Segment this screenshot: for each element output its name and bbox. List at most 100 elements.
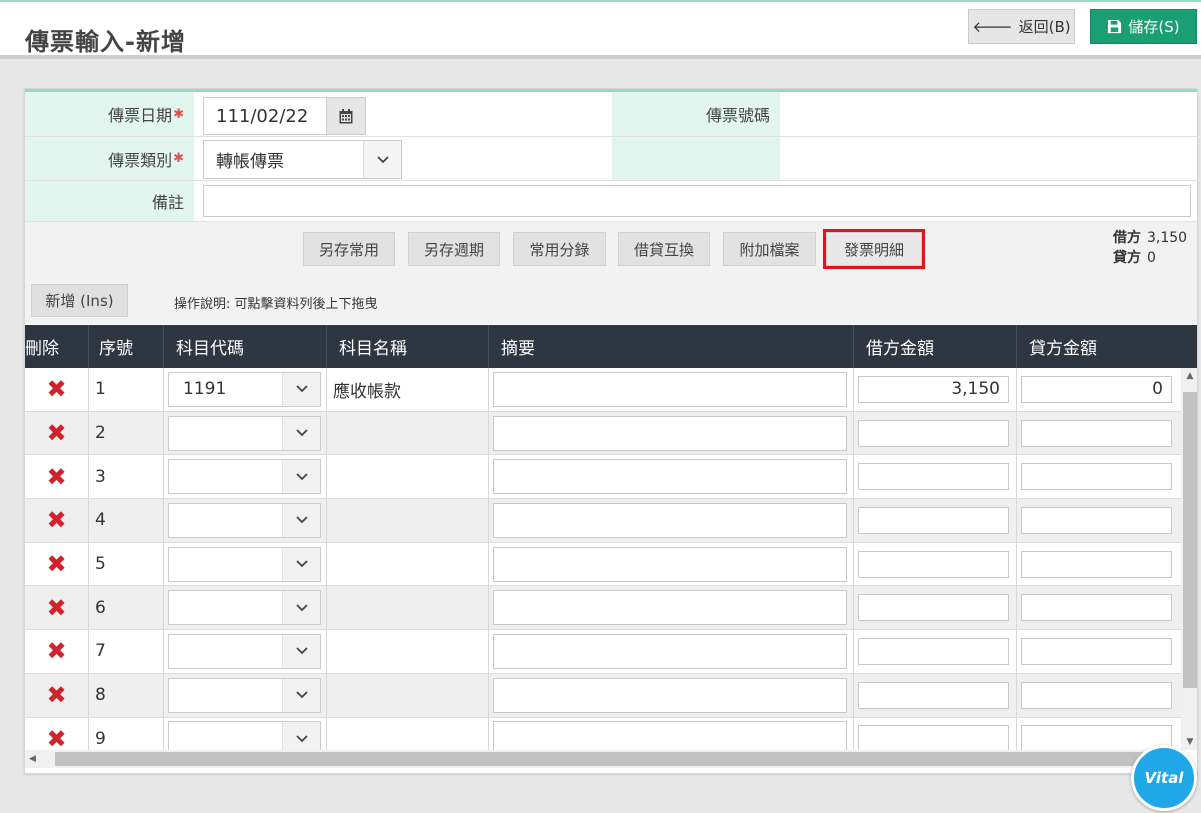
account-code-select[interactable]: 1191 <box>168 371 321 407</box>
voucher-panel: 傳票日期 ✱ 111/02/22 傳票號碼 傳票類別 ✱ 轉帳傳票 備註 另存常… <box>24 88 1198 774</box>
memo-input[interactable] <box>493 459 847 495</box>
credit-input[interactable] <box>1021 594 1172 622</box>
add-row-button[interactable]: 新增 (Ins) <box>31 284 128 317</box>
account-code-select[interactable] <box>168 502 321 538</box>
col-seq[interactable]: 序號 <box>89 325 164 368</box>
chevron-down-icon[interactable] <box>282 460 320 494</box>
delete-row-icon[interactable]: ✖ <box>25 673 89 717</box>
debit-input[interactable] <box>858 550 1009 578</box>
debit-input[interactable]: 3,150 <box>858 375 1009 403</box>
debit-input[interactable] <box>858 725 1009 750</box>
table-row[interactable]: ✖ 8 <box>25 673 1181 718</box>
memo-input[interactable] <box>493 415 847 451</box>
chevron-down-icon[interactable] <box>363 141 401 178</box>
invoice-details-button[interactable]: 發票明細 <box>823 229 925 269</box>
memo-input[interactable] <box>493 371 847 407</box>
scroll-up-icon[interactable]: ▲ <box>1181 368 1197 384</box>
save-button[interactable]: 儲存(S) <box>1090 9 1197 44</box>
date-label: 傳票日期 ✱ <box>25 92 194 136</box>
common-entries-button[interactable]: 常用分錄 <box>513 232 606 266</box>
vital-logo-button[interactable]: Vital <box>1131 745 1197 811</box>
horizontal-scrollbar[interactable]: ◀ <box>25 750 1181 768</box>
col-account-code[interactable]: 科目代碼 <box>164 325 327 368</box>
credit-input[interactable] <box>1021 463 1172 491</box>
delete-row-icon[interactable]: ✖ <box>25 542 89 586</box>
chevron-down-icon[interactable] <box>282 591 320 625</box>
note-input[interactable] <box>203 185 1191 217</box>
chevron-down-icon[interactable] <box>282 372 320 406</box>
credit-input[interactable]: 0 <box>1021 375 1172 403</box>
debit-cell <box>854 455 1017 499</box>
account-code-select[interactable] <box>168 415 321 451</box>
chevron-down-icon[interactable] <box>282 416 320 450</box>
col-debit[interactable]: 借方金額 <box>854 325 1017 368</box>
debit-input[interactable] <box>858 506 1009 534</box>
chevron-down-icon[interactable] <box>282 634 320 668</box>
chevron-down-icon[interactable] <box>282 547 320 581</box>
col-delete[interactable]: 刪除 <box>25 325 89 368</box>
account-code-select[interactable] <box>168 633 321 669</box>
credit-cell <box>1017 674 1181 717</box>
debit-input[interactable] <box>858 637 1009 665</box>
account-code-select[interactable] <box>168 459 321 495</box>
col-account-name[interactable]: 科目名稱 <box>327 325 489 368</box>
delete-row-icon[interactable]: ✖ <box>25 499 89 542</box>
credit-input[interactable] <box>1021 725 1172 750</box>
delete-row-icon[interactable]: ✖ <box>25 455 89 499</box>
back-button[interactable]: 🡐 返回(B) <box>968 9 1075 44</box>
credit-input[interactable] <box>1021 550 1172 578</box>
chevron-down-icon[interactable] <box>282 503 320 537</box>
memo-input[interactable] <box>493 502 847 538</box>
col-credit[interactable]: 貸方金額 <box>1017 325 1197 368</box>
save-as-common-button[interactable]: 另存常用 <box>303 232 395 266</box>
date-input[interactable]: 111/02/22 <box>204 98 326 134</box>
table-row[interactable]: ✖ 7 <box>25 630 1181 674</box>
scroll-left-icon[interactable]: ◀ <box>29 750 36 768</box>
table-row[interactable]: ✖ 6 <box>25 586 1181 631</box>
debit-input[interactable] <box>858 419 1009 447</box>
table-row[interactable]: ✖ 9 <box>25 717 1181 750</box>
horizontal-scroll-thumb[interactable] <box>55 752 1155 766</box>
debit-input[interactable] <box>858 594 1009 622</box>
row-seq: 3 <box>89 455 164 499</box>
attach-file-button[interactable]: 附加檔案 <box>723 232 816 266</box>
delete-row-icon[interactable]: ✖ <box>25 411 89 455</box>
delete-row-icon[interactable]: ✖ <box>25 630 89 673</box>
credit-input[interactable] <box>1021 681 1172 709</box>
account-code-select[interactable] <box>168 590 321 626</box>
vertical-scrollbar[interactable]: ▲ ▼ <box>1181 368 1197 750</box>
credit-input[interactable] <box>1021 506 1172 534</box>
debit-input[interactable] <box>858 681 1009 709</box>
table-row[interactable]: ✖ 1 1191 應收帳款 3,150 0 <box>25 368 1181 412</box>
delete-row-icon[interactable]: ✖ <box>25 586 89 630</box>
memo-input[interactable] <box>493 546 847 582</box>
delete-row-icon[interactable]: ✖ <box>25 717 89 750</box>
table-row[interactable]: ✖ 4 <box>25 499 1181 543</box>
table-row[interactable]: ✖ 3 <box>25 455 1181 500</box>
col-memo[interactable]: 摘要 <box>489 325 854 368</box>
table-row[interactable]: ✖ 5 <box>25 542 1181 587</box>
credit-input[interactable] <box>1021 419 1172 447</box>
debit-input[interactable] <box>858 463 1009 491</box>
account-code-select[interactable] <box>168 546 321 582</box>
scroll-down-icon[interactable]: ▼ <box>1181 734 1197 750</box>
delete-row-icon[interactable]: ✖ <box>25 368 89 411</box>
save-as-periodic-button[interactable]: 另存週期 <box>408 232 500 266</box>
credit-input[interactable] <box>1021 637 1172 665</box>
memo-input[interactable] <box>493 590 847 626</box>
calendar-button[interactable] <box>326 98 365 134</box>
memo-input[interactable] <box>493 721 847 750</box>
type-select[interactable]: 轉帳傳票 <box>203 140 402 179</box>
form-row-date: 傳票日期 ✱ 111/02/22 傳票號碼 <box>25 92 1197 137</box>
chevron-down-icon[interactable] <box>282 678 320 712</box>
memo-input[interactable] <box>493 677 847 713</box>
account-code-select[interactable] <box>168 677 321 713</box>
vertical-scroll-thumb[interactable] <box>1183 392 1197 688</box>
chevron-down-icon[interactable] <box>282 722 320 750</box>
swap-debit-credit-button[interactable]: 借貸互換 <box>618 232 710 266</box>
memo-input[interactable] <box>493 633 847 669</box>
table-row[interactable]: ✖ 2 <box>25 411 1181 456</box>
account-code-select[interactable] <box>168 721 321 750</box>
date-field[interactable]: 111/02/22 <box>203 97 366 135</box>
type-cell: 轉帳傳票 <box>194 137 612 180</box>
